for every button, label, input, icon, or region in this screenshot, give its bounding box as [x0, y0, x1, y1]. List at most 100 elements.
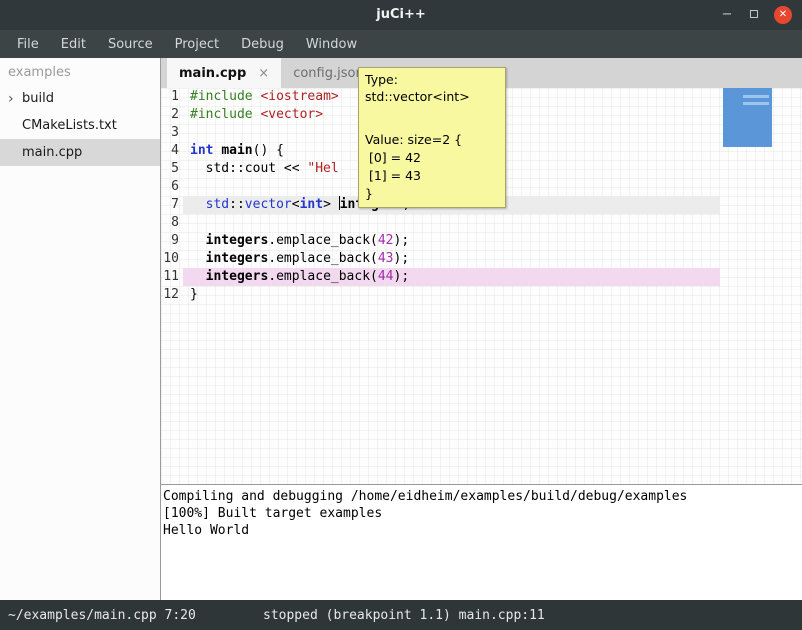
- code-segment: integers: [206, 251, 269, 266]
- code-segment: );: [394, 251, 410, 266]
- tab-close-icon[interactable]: ×: [258, 66, 269, 81]
- maximize-box: [750, 10, 758, 18]
- code-segment: 43: [378, 251, 394, 266]
- code-segment: std::cout <<: [190, 161, 307, 176]
- code-segment: int: [190, 143, 213, 158]
- status-file-position: ~/examples/main.cpp 7:20: [8, 608, 263, 623]
- code-line-12: 12}: [161, 286, 720, 304]
- code-segment: 42: [378, 233, 394, 248]
- window-title: juCi++: [0, 0, 802, 30]
- code-segment: integers: [206, 269, 269, 284]
- line-number[interactable]: 5: [161, 160, 183, 178]
- code-segment: #include: [190, 107, 253, 122]
- expander-icon[interactable]: ›: [8, 92, 22, 106]
- menu-project[interactable]: Project: [164, 32, 230, 57]
- tab-main.cpp[interactable]: main.cpp ×: [167, 58, 281, 88]
- code-segment: .emplace_back(: [268, 269, 378, 284]
- code-text: integers.emplace_back(43);: [183, 250, 720, 268]
- code-segment: <iostream>: [260, 89, 338, 104]
- code-segment: .emplace_back(: [268, 233, 378, 248]
- code-segment: #include: [190, 89, 253, 104]
- code-segment: std: [206, 197, 229, 212]
- line-number[interactable]: 12: [161, 286, 183, 304]
- code-segment: vector: [245, 197, 292, 212]
- menu-source[interactable]: Source: [97, 32, 164, 57]
- line-number[interactable]: 2: [161, 106, 183, 124]
- code-segment: ::: [229, 197, 245, 212]
- terminal-line: [100%] Built target examples: [163, 505, 802, 522]
- scroll-overview[interactable]: [723, 88, 772, 147]
- code-segment: [190, 251, 206, 266]
- code-text: integers.emplace_back(44);: [183, 268, 720, 286]
- code-segment: >: [323, 197, 339, 212]
- close-icon[interactable]: ✕: [774, 6, 792, 24]
- tree-item-main.cpp[interactable]: main.cpp: [0, 139, 160, 166]
- code-segment: <: [292, 197, 300, 212]
- tree-item-CMakeLists.txt[interactable]: CMakeLists.txt: [0, 112, 160, 139]
- code-segment: .emplace_back(: [268, 251, 378, 266]
- line-number[interactable]: 6: [161, 178, 183, 196]
- code-line-11: 11 integers.emplace_back(44);: [161, 268, 720, 286]
- file-tree: ›build CMakeLists.txt main.cpp: [0, 85, 160, 166]
- status-debug-state: stopped (breakpoint 1.1) main.cpp:11: [263, 608, 545, 623]
- code-line-10: 10 integers.emplace_back(43);: [161, 250, 720, 268]
- jucipp-window: juCi++ − ✕ FileEditSourceProjectDebugWin…: [0, 0, 802, 630]
- code-segment: int: [300, 197, 323, 212]
- code-segment: 44: [378, 269, 394, 284]
- menu-edit[interactable]: Edit: [50, 32, 97, 57]
- code-segment: }: [190, 287, 198, 302]
- tree-item-label: CMakeLists.txt: [22, 118, 117, 133]
- code-text: integers.emplace_back(42);: [183, 232, 720, 250]
- code-segment: );: [394, 269, 410, 284]
- terminal-output[interactable]: Compiling and debugging /home/eidheim/ex…: [161, 484, 802, 600]
- line-number[interactable]: 1: [161, 88, 183, 106]
- terminal-line: Hello World: [163, 522, 802, 539]
- overview-mark: [743, 95, 769, 98]
- line-number[interactable]: 4: [161, 142, 183, 160]
- code-segment: );: [394, 233, 410, 248]
- line-number[interactable]: 3: [161, 124, 183, 142]
- terminal-line: Compiling and debugging /home/eidheim/ex…: [163, 488, 802, 505]
- tooltip-value-line: }: [365, 185, 499, 203]
- sidebar: examples ›build CMakeLists.txt main.cpp: [0, 58, 161, 600]
- line-number[interactable]: 8: [161, 214, 183, 232]
- code-segment: main: [221, 143, 252, 158]
- tab-label: config.json: [293, 66, 364, 81]
- code-segment: "Hel: [307, 161, 338, 176]
- line-number[interactable]: 7: [161, 196, 183, 214]
- code-segment: () {: [253, 143, 284, 158]
- line-number[interactable]: 9: [161, 232, 183, 250]
- code-segment: <vector>: [260, 107, 323, 122]
- project-name: examples: [0, 58, 160, 85]
- tab-label: main.cpp: [179, 66, 246, 81]
- maximize-icon[interactable]: [747, 8, 761, 22]
- tooltip-value: Value: size=2 { [0] = 42 [1] = 43}: [365, 131, 499, 203]
- titlebar: juCi++ − ✕: [0, 0, 802, 30]
- window-controls: − ✕: [720, 0, 792, 30]
- tree-item-label: build: [22, 91, 54, 106]
- statusbar: ~/examples/main.cpp 7:20 stopped (breakp…: [0, 600, 802, 630]
- code-text: [183, 214, 720, 232]
- menubar: FileEditSourceProjectDebugWindow: [0, 30, 802, 58]
- tooltip-value-line: [0] = 42: [365, 149, 499, 167]
- menu-window[interactable]: Window: [295, 32, 368, 57]
- code-segment: [190, 197, 206, 212]
- code-line-9: 9 integers.emplace_back(42);: [161, 232, 720, 250]
- tooltip-value-line: [1] = 43: [365, 167, 499, 185]
- tree-item-build[interactable]: ›build: [0, 85, 160, 112]
- line-number[interactable]: 11: [161, 268, 183, 286]
- overview-mark: [743, 102, 769, 105]
- menu-file[interactable]: File: [6, 32, 50, 57]
- line-number[interactable]: 10: [161, 250, 183, 268]
- tooltip-type-line: Type: std::vector<int>: [365, 71, 499, 105]
- code-segment: [190, 233, 206, 248]
- code-segment: [190, 269, 206, 284]
- code-text: }: [183, 286, 720, 304]
- minimize-icon[interactable]: −: [720, 8, 734, 22]
- tree-item-label: main.cpp: [22, 145, 82, 160]
- debug-tooltip: Type: std::vector<int> Value: size=2 { […: [358, 67, 506, 208]
- menu-debug[interactable]: Debug: [230, 32, 295, 57]
- code-segment: integers: [206, 233, 269, 248]
- code-line-8: 8: [161, 214, 720, 232]
- tooltip-value-line: Value: size=2 {: [365, 131, 499, 149]
